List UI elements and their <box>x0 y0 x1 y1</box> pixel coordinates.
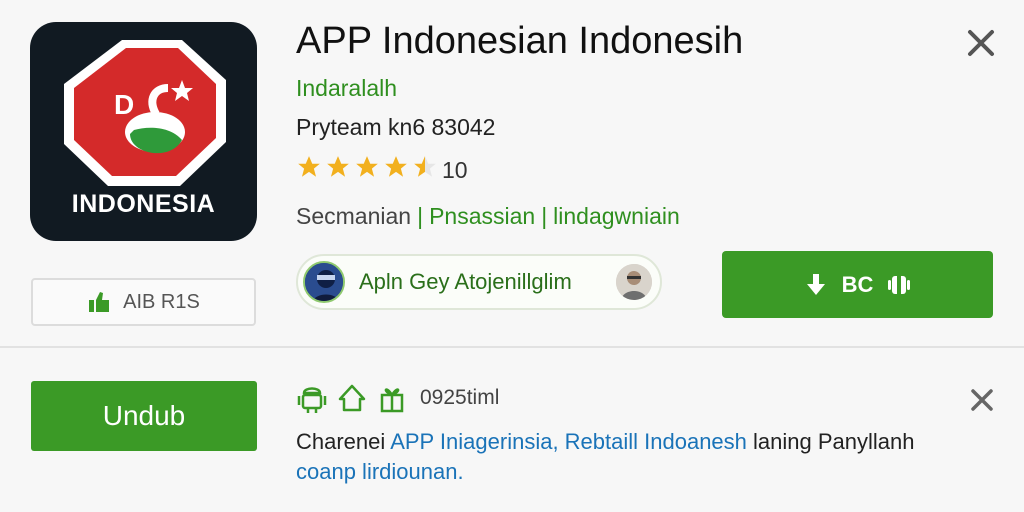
app-icon-label: INDONESIA <box>71 190 216 218</box>
app-icon[interactable]: D INDONESIA <box>30 22 257 241</box>
description-link[interactable]: coanp lirdiounan. <box>296 459 464 484</box>
user-avatar-icon <box>616 264 652 300</box>
app-meta-row: 0925timl <box>296 381 499 415</box>
user-avatar-icon <box>305 263 343 301</box>
install-button-label: BC <box>841 271 874 297</box>
tag-category[interactable]: lindagwniain <box>553 203 680 229</box>
download-icon <box>806 273 825 295</box>
tag-separator: | <box>541 203 548 229</box>
thumbs-up-icon <box>89 292 110 312</box>
developer-link[interactable]: Indaralalh <box>296 75 397 102</box>
description-text: Charenei <box>296 429 391 454</box>
tag-separator: | <box>417 203 424 229</box>
rating-button[interactable]: AIB R1S <box>31 278 256 326</box>
close-icon[interactable] <box>964 26 998 60</box>
tag-category[interactable]: Secmanian <box>296 203 411 229</box>
avatar <box>616 264 652 300</box>
download-button[interactable]: Undub <box>31 381 257 451</box>
tag-category[interactable]: Pnsassian <box>429 203 535 229</box>
install-button[interactable]: BC <box>722 251 993 318</box>
star-icon <box>385 156 407 177</box>
star-icon <box>327 156 349 177</box>
star-icon <box>356 156 378 177</box>
rating-button-label: AIB R1S <box>123 290 200 313</box>
app-subline: Pryteam kn6 83042 <box>296 114 496 140</box>
description-link[interactable]: APP Iniagerinsia, Rebtaill Indoanesh <box>390 429 747 454</box>
app-title: APP Indonesian Indonesih <box>296 20 744 62</box>
review-count: 10 <box>442 157 468 183</box>
user-recommendation-pill[interactable]: Apln Gey Atojenillglim <box>296 254 662 310</box>
gift-icon <box>380 388 404 413</box>
file-size: 0925timl <box>420 386 500 409</box>
star-icon <box>298 156 320 177</box>
star-rating <box>296 154 438 180</box>
android-icon <box>888 275 911 294</box>
app-description: Charenei APP Iniagerinsia, Rebtaill Indo… <box>296 427 986 487</box>
avatar <box>303 261 345 303</box>
download-button-label: Undub <box>102 400 186 431</box>
home-icon <box>338 384 366 412</box>
category-tags: Secmanian | Pnsassian | lindagwniain <box>296 203 680 230</box>
android-icon <box>297 387 327 413</box>
user-pill-label: Apln Gey Atojenillglim <box>359 269 572 294</box>
svg-text:D: D <box>114 89 134 120</box>
description-text: laning Panyllanh <box>746 429 915 454</box>
half-star-icon <box>414 156 436 177</box>
close-icon[interactable] <box>968 386 996 414</box>
